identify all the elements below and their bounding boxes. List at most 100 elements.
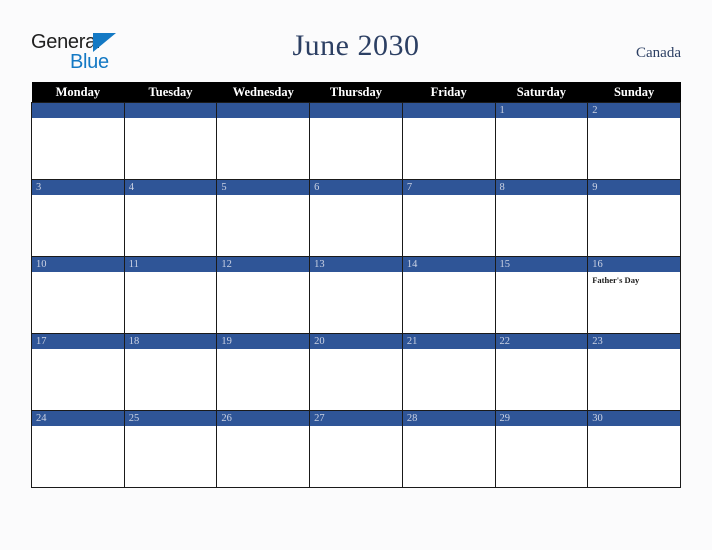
calendar-week-row: 3456789	[31, 179, 681, 257]
calendar-day-cell[interactable]: 11	[123, 256, 218, 334]
calendar-day-cell[interactable]: 13	[309, 256, 403, 334]
day-events	[217, 426, 309, 429]
calendar-day-cell[interactable]: 22	[494, 333, 589, 411]
day-number: 17	[32, 334, 124, 349]
day-events	[32, 349, 124, 352]
day-number: 4	[124, 180, 217, 195]
day-cell-content: 18	[124, 334, 217, 410]
calendar-day-cell[interactable]: 7	[401, 179, 496, 257]
calendar-day-cell[interactable]	[31, 102, 125, 180]
calendar-day-cell[interactable]: 10	[31, 256, 125, 334]
calendar-day-cell[interactable]: 20	[309, 333, 403, 411]
day-number: 16	[588, 257, 680, 272]
calendar-day-cell[interactable]: 4	[123, 179, 218, 257]
day-cell-content: 21	[402, 334, 495, 410]
weekday-header-row: Monday Tuesday Wednesday Thursday Friday…	[31, 82, 681, 103]
calendar-day-cell[interactable]: 3	[31, 179, 125, 257]
calendar-day-cell[interactable]: 5	[216, 179, 311, 257]
day-number: 11	[124, 257, 217, 272]
day-events	[125, 195, 217, 198]
day-events	[125, 118, 217, 121]
calendar-day-cell[interactable]: 6	[309, 179, 403, 257]
calendar-week-row: 17 18 19 20 21 22 23	[31, 333, 681, 411]
day-number: 6	[310, 180, 402, 195]
calendar-week-row: 12	[31, 102, 681, 180]
day-number: 7	[402, 180, 495, 195]
day-events	[217, 118, 309, 121]
day-cell-content	[217, 103, 310, 179]
calendar-day-cell[interactable]: 1	[494, 102, 589, 180]
day-number: 3	[32, 180, 124, 195]
day-number	[32, 103, 124, 118]
day-events: Father's Day	[588, 272, 680, 286]
calendar-day-cell[interactable]: 30	[587, 410, 681, 488]
day-events	[310, 349, 402, 352]
day-number: 27	[310, 411, 402, 426]
day-cell-content: 15	[495, 257, 588, 333]
calendar-day-cell[interactable]: 27	[309, 410, 403, 488]
calendar-day-cell[interactable]: 21	[401, 333, 496, 411]
day-number: 9	[588, 180, 680, 195]
calendar-day-cell[interactable]: 14	[401, 256, 496, 334]
day-number: 2	[588, 103, 680, 118]
calendar-week-row: 10 11 12 13 14 15 16 Father's Day	[31, 256, 681, 334]
day-cell-content: 20	[310, 334, 402, 410]
calendar-day-cell[interactable]: 23	[587, 333, 681, 411]
day-cell-content: 3	[32, 180, 124, 256]
day-events	[217, 195, 309, 198]
calendar-day-cell[interactable]: 15	[494, 256, 589, 334]
calendar-day-cell[interactable]: 17	[31, 333, 125, 411]
day-events	[32, 272, 124, 275]
day-cell-content: 19	[217, 334, 310, 410]
day-cell-content	[402, 103, 495, 179]
calendar-day-cell[interactable]: 16 Father's Day	[587, 256, 681, 334]
calendar-day-cell[interactable]: 9	[587, 179, 681, 257]
page-title: June 2030	[292, 29, 420, 62]
day-events	[496, 349, 588, 352]
calendar-day-cell[interactable]: 19	[216, 333, 311, 411]
calendar-day-cell[interactable]	[309, 102, 403, 180]
day-number: 14	[402, 257, 495, 272]
calendar-day-cell[interactable]: 18	[123, 333, 218, 411]
day-cell-content: 25	[124, 411, 217, 487]
day-cell-content: 10	[32, 257, 124, 333]
day-number: 18	[124, 334, 217, 349]
day-cell-content: 22	[495, 334, 588, 410]
day-number: 24	[32, 411, 124, 426]
day-events	[125, 349, 217, 352]
day-events	[403, 349, 495, 352]
day-cell-content: 30	[588, 411, 680, 487]
day-events	[310, 195, 402, 198]
calendar-day-cell[interactable]: 28	[401, 410, 496, 488]
calendar-day-cell[interactable]	[401, 102, 496, 180]
calendar-day-cell[interactable]	[123, 102, 218, 180]
day-events	[588, 118, 680, 121]
day-cell-content: 9	[588, 180, 680, 256]
day-events	[32, 118, 124, 121]
day-cell-content: 13	[310, 257, 402, 333]
calendar-day-cell[interactable]	[216, 102, 311, 180]
calendar-day-cell[interactable]: 2	[587, 102, 681, 180]
calendar-day-cell[interactable]: 26	[216, 410, 311, 488]
calendar-day-cell[interactable]: 25	[123, 410, 218, 488]
day-number: 12	[217, 257, 310, 272]
day-number: 22	[495, 334, 588, 349]
day-number: 25	[124, 411, 217, 426]
calendar-day-cell[interactable]: 12	[216, 256, 311, 334]
day-cell-content: 5	[217, 180, 310, 256]
day-events	[310, 272, 402, 275]
day-number	[124, 103, 217, 118]
calendar-day-cell[interactable]: 24	[31, 410, 125, 488]
day-events	[588, 195, 680, 198]
day-cell-content	[124, 103, 217, 179]
day-events	[496, 195, 588, 198]
day-events	[125, 426, 217, 429]
day-number: 8	[495, 180, 588, 195]
day-cell-content	[32, 103, 124, 179]
day-events	[496, 118, 588, 121]
day-cell-content: 23	[588, 334, 680, 410]
calendar-day-cell[interactable]: 29	[494, 410, 589, 488]
day-number: 26	[217, 411, 310, 426]
calendar-day-cell[interactable]: 8	[494, 179, 589, 257]
weekday-header-wednesday: Wednesday	[216, 82, 310, 103]
